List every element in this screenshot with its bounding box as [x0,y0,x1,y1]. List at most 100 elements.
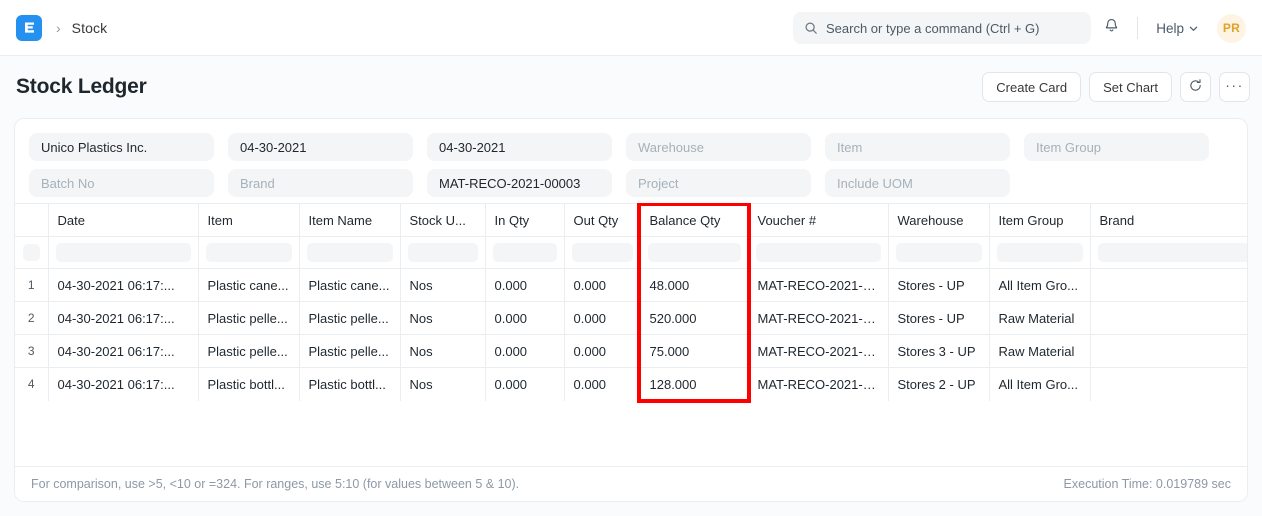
column-filter-input[interactable] [206,243,292,262]
column-header-brand[interactable]: Brand [1090,204,1247,237]
cell-brand [1090,302,1247,335]
column-filter-input[interactable] [408,243,478,262]
row-select-header[interactable] [15,204,48,237]
cell-item-name: Plastic cane... [299,269,400,302]
filter-hint-text: For comparison, use >5, <10 or =324. For… [31,477,519,491]
row-index: 1 [15,269,48,302]
report-table-container[interactable]: DateItemItem NameStock U...In QtyOut Qty… [15,203,1247,466]
cell-in-qty: 0.000 [485,368,564,401]
cell-item: Plastic bottl... [198,368,299,401]
column-header-item-group[interactable]: Item Group [989,204,1090,237]
table-row[interactable]: 304-30-2021 06:17:...Plastic pelle...Pla… [15,335,1247,368]
filter-item-group[interactable] [1024,133,1209,161]
cell-brand [1090,368,1247,401]
column-header-out-qty[interactable]: Out Qty [564,204,640,237]
notifications-button[interactable] [1096,13,1126,43]
cell-voucher: MAT-RECO-2021-0... [748,335,888,368]
navbar-divider [1137,17,1138,39]
filter-company[interactable] [29,133,214,161]
column-filter-input[interactable] [307,243,393,262]
cell-warehouse: Stores - UP [888,302,989,335]
table-footer: For comparison, use >5, <10 or =324. For… [15,466,1247,501]
cell-balance-qty: 75.000 [640,335,748,368]
filter-include-uom[interactable] [825,169,1010,197]
report-card: DateItemItem NameStock U...In QtyOut Qty… [14,118,1248,502]
column-header-item-name[interactable]: Item Name [299,204,400,237]
column-filter-balance-qty[interactable] [640,237,748,269]
page-actions: Create Card Set Chart ··· [982,72,1250,102]
cell-date: 04-30-2021 06:17:... [48,302,198,335]
column-header-stock-u[interactable]: Stock U... [400,204,485,237]
more-options-button[interactable]: ··· [1219,72,1250,102]
table-row[interactable]: 404-30-2021 06:17:...Plastic bottl...Pla… [15,368,1247,401]
cell-balance-qty: 48.000 [640,269,748,302]
column-filter-input[interactable] [493,243,557,262]
set-chart-button[interactable]: Set Chart [1089,72,1172,102]
search-box[interactable] [793,12,1091,44]
column-filter-item-group[interactable] [989,237,1090,269]
column-header-date[interactable]: Date [48,204,198,237]
cell-voucher: MAT-RECO-2021-0... [748,302,888,335]
filter-project[interactable] [626,169,811,197]
cell-in-qty: 0.000 [485,302,564,335]
row-index: 2 [15,302,48,335]
breadcrumb-separator-icon: › [56,21,61,35]
column-header-in-qty[interactable]: In Qty [485,204,564,237]
filter-area [15,119,1247,203]
cell-balance-qty: 520.000 [640,302,748,335]
column-filter-input[interactable] [896,243,982,262]
column-filter-input[interactable] [572,243,633,262]
table-row[interactable]: 204-30-2021 06:17:...Plastic pelle...Pla… [15,302,1247,335]
column-filter-date[interactable] [48,237,198,269]
refresh-button[interactable] [1180,72,1211,102]
erpnext-logo-icon[interactable] [16,15,42,41]
help-menu-button[interactable]: Help [1150,17,1204,40]
table-row[interactable]: 104-30-2021 06:17:...Plastic cane...Plas… [15,269,1247,302]
ellipsis-icon: ··· [1225,85,1244,90]
cell-voucher: MAT-RECO-2021-0... [748,269,888,302]
cell-warehouse: Stores 2 - UP [888,368,989,401]
cell-warehouse: Stores 3 - UP [888,335,989,368]
column-filter-warehouse[interactable] [888,237,989,269]
table-header-row: DateItemItem NameStock U...In QtyOut Qty… [15,204,1247,237]
column-filter-voucher[interactable] [748,237,888,269]
select-all-checkbox[interactable] [23,244,40,261]
cell-item: Plastic pelle... [198,335,299,368]
column-header-item[interactable]: Item [198,204,299,237]
filter-brand[interactable] [228,169,413,197]
navbar-right-group: Help PR [1096,0,1246,56]
global-search[interactable] [793,12,1091,44]
column-filter-input[interactable] [56,243,191,262]
bell-icon [1103,17,1120,39]
create-card-button[interactable]: Create Card [982,72,1081,102]
report-body: DateItemItem NameStock U...In QtyOut Qty… [0,118,1262,516]
select-all-cell[interactable] [15,237,48,269]
cell-out-qty: 0.000 [564,335,640,368]
avatar[interactable]: PR [1217,14,1246,43]
column-filter-input[interactable] [1098,243,1248,262]
column-filter-item[interactable] [198,237,299,269]
column-header-voucher[interactable]: Voucher # [748,204,888,237]
column-filter-brand[interactable] [1090,237,1247,269]
column-filter-input[interactable] [648,243,741,262]
search-input[interactable] [826,21,1080,36]
filter-item[interactable] [825,133,1010,161]
column-filter-row [15,237,1247,269]
filter-to-date[interactable] [427,133,612,161]
filter-warehouse[interactable] [626,133,811,161]
breadcrumb-stock[interactable]: Stock [72,20,108,36]
filter-from-date[interactable] [228,133,413,161]
column-filter-stock-u[interactable] [400,237,485,269]
cell-warehouse: Stores - UP [888,269,989,302]
column-header-balance-qty[interactable]: Balance Qty [640,204,748,237]
cell-item: Plastic pelle... [198,302,299,335]
filter-batch-no[interactable] [29,169,214,197]
column-header-warehouse[interactable]: Warehouse [888,204,989,237]
column-filter-input[interactable] [997,243,1083,262]
filter-voucher-no[interactable] [427,169,612,197]
row-index: 3 [15,335,48,368]
column-filter-out-qty[interactable] [564,237,640,269]
column-filter-item-name[interactable] [299,237,400,269]
column-filter-input[interactable] [756,243,881,262]
column-filter-in-qty[interactable] [485,237,564,269]
